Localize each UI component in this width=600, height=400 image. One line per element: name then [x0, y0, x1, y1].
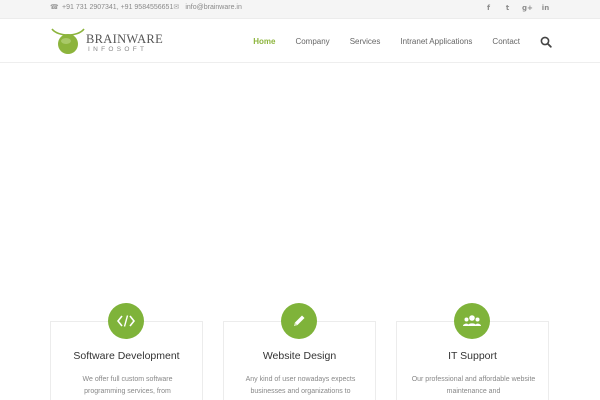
contact-info: ☎ +91 731 2907341, +91 9584556651 ✉ info…	[50, 4, 242, 11]
brand-name: BRAINWARE	[86, 32, 164, 46]
logo-mark-icon	[51, 28, 85, 54]
nav-services[interactable]: Services	[350, 37, 381, 46]
facebook-icon[interactable]: f	[484, 4, 493, 13]
nav-intranet-applications[interactable]: Intranet Applications	[400, 37, 472, 46]
service-description: Any kind of user nowadays expects busine…	[245, 376, 356, 395]
social-links: f t g+ in	[484, 4, 550, 13]
phone-number[interactable]: +91 731 2907341, +91 9584556651	[62, 4, 173, 11]
top-bar: ☎ +91 731 2907341, +91 9584556651 ✉ info…	[0, 0, 600, 19]
email-address[interactable]: info@brainware.in	[185, 4, 242, 11]
site-header: BRAINWARE INFOSOFT Home Company Services…	[0, 19, 600, 63]
pencil-icon	[281, 303, 317, 339]
main-nav: Home Company Services Intranet Applicati…	[253, 19, 520, 63]
linkedin-icon[interactable]: in	[541, 4, 550, 13]
brand-subtitle: INFOSOFT	[88, 46, 148, 53]
hero-slider	[0, 64, 600, 300]
service-title: Website Design	[262, 350, 337, 362]
service-description: We offer full custom software programmin…	[82, 376, 173, 395]
nav-company[interactable]: Company	[295, 37, 329, 46]
email-icon: ✉	[173, 4, 180, 11]
twitter-icon[interactable]: t	[503, 4, 512, 13]
service-title: IT Support	[448, 350, 497, 362]
service-description: Our professional and affordable website …	[411, 376, 536, 395]
code-icon	[108, 303, 144, 339]
nav-home[interactable]: Home	[253, 37, 275, 46]
service-title: Software Development	[73, 350, 180, 362]
nav-contact[interactable]: Contact	[492, 37, 520, 46]
users-icon	[454, 303, 490, 339]
logo[interactable]: BRAINWARE INFOSOFT	[50, 25, 170, 59]
phone-icon: ☎	[50, 4, 59, 11]
search-icon[interactable]	[540, 35, 552, 48]
google-plus-icon[interactable]: g+	[522, 4, 533, 13]
